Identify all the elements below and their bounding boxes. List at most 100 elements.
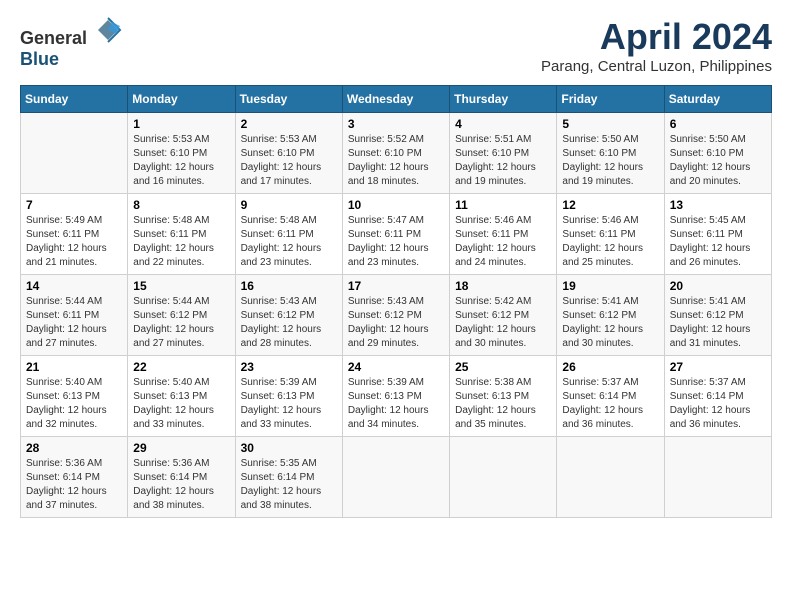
day-number: 28 xyxy=(26,441,122,455)
day-info: Sunrise: 5:40 AM Sunset: 6:13 PM Dayligh… xyxy=(26,376,122,432)
calendar-cell: 3 Sunrise: 5:52 AM Sunset: 6:10 PM Daylig… xyxy=(342,113,449,194)
day-info: Sunrise: 5:53 AM Sunset: 6:10 PM Dayligh… xyxy=(241,133,337,189)
day-number: 11 xyxy=(455,198,551,212)
calendar-cell: 20 Sunrise: 5:41 AM Sunset: 6:12 PM Dayli… xyxy=(664,275,771,356)
day-info: Sunrise: 5:43 AM Sunset: 6:12 PM Dayligh… xyxy=(241,295,337,351)
day-number: 9 xyxy=(241,198,337,212)
calendar-week-5: 28 Sunrise: 5:36 AM Sunset: 6:14 PM Dayli… xyxy=(21,437,772,518)
calendar-cell: 9 Sunrise: 5:48 AM Sunset: 6:11 PM Daylig… xyxy=(235,194,342,275)
calendar-week-4: 21 Sunrise: 5:40 AM Sunset: 6:13 PM Dayli… xyxy=(21,356,772,437)
day-info: Sunrise: 5:52 AM Sunset: 6:10 PM Dayligh… xyxy=(348,133,444,189)
day-info: Sunrise: 5:39 AM Sunset: 6:13 PM Dayligh… xyxy=(348,376,444,432)
day-info: Sunrise: 5:49 AM Sunset: 6:11 PM Dayligh… xyxy=(26,214,122,270)
day-info: Sunrise: 5:48 AM Sunset: 6:11 PM Dayligh… xyxy=(241,214,337,270)
calendar-cell: 22 Sunrise: 5:40 AM Sunset: 6:13 PM Dayli… xyxy=(128,356,235,437)
day-info: Sunrise: 5:50 AM Sunset: 6:10 PM Dayligh… xyxy=(670,133,766,189)
calendar-cell: 24Sunrise: 5:39 AM Sunset: 6:13 PM Dayli… xyxy=(342,356,449,437)
calendar-cell: 10 Sunrise: 5:47 AM Sunset: 6:11 PM Dayli… xyxy=(342,194,449,275)
calendar-cell: 8Sunrise: 5:48 AM Sunset: 6:11 PM Daylig… xyxy=(128,194,235,275)
calendar-header-wednesday: Wednesday xyxy=(342,86,449,113)
day-number: 19 xyxy=(562,279,658,293)
logo-text: General Blue xyxy=(20,16,122,70)
calendar-cell: 6 Sunrise: 5:50 AM Sunset: 6:10 PM Daylig… xyxy=(664,113,771,194)
day-info: Sunrise: 5:38 AM Sunset: 6:13 PM Dayligh… xyxy=(455,376,551,432)
day-info: Sunrise: 5:41 AM Sunset: 6:12 PM Dayligh… xyxy=(670,295,766,351)
day-number: 3 xyxy=(348,117,444,131)
day-number: 4 xyxy=(455,117,551,131)
calendar-header-thursday: Thursday xyxy=(450,86,557,113)
day-info: Sunrise: 5:50 AM Sunset: 6:10 PM Dayligh… xyxy=(562,133,658,189)
day-number: 1 xyxy=(133,117,229,131)
calendar-cell: 30 Sunrise: 5:35 AM Sunset: 6:14 PM Dayli… xyxy=(235,437,342,518)
day-info: Sunrise: 5:40 AM Sunset: 6:13 PM Dayligh… xyxy=(133,376,229,432)
calendar-cell: 5Sunrise: 5:50 AM Sunset: 6:10 PM Daylig… xyxy=(557,113,664,194)
day-info: Sunrise: 5:53 AM Sunset: 6:10 PM Dayligh… xyxy=(133,133,229,189)
day-info: Sunrise: 5:35 AM Sunset: 6:14 PM Dayligh… xyxy=(241,457,337,513)
day-info: Sunrise: 5:47 AM Sunset: 6:11 PM Dayligh… xyxy=(348,214,444,270)
calendar-cell: 19Sunrise: 5:41 AM Sunset: 6:12 PM Dayli… xyxy=(557,275,664,356)
day-number: 20 xyxy=(670,279,766,293)
calendar-cell: 4 Sunrise: 5:51 AM Sunset: 6:10 PM Daylig… xyxy=(450,113,557,194)
calendar-header-saturday: Saturday xyxy=(664,86,771,113)
calendar-cell: 7 Sunrise: 5:49 AM Sunset: 6:11 PM Daylig… xyxy=(21,194,128,275)
day-number: 25 xyxy=(455,360,551,374)
calendar-cell: 2 Sunrise: 5:53 AM Sunset: 6:10 PM Daylig… xyxy=(235,113,342,194)
calendar-cell: 16 Sunrise: 5:43 AM Sunset: 6:12 PM Dayli… xyxy=(235,275,342,356)
calendar-header-tuesday: Tuesday xyxy=(235,86,342,113)
day-number: 14 xyxy=(26,279,122,293)
logo: General Blue xyxy=(20,16,122,70)
day-number: 21 xyxy=(26,360,122,374)
day-number: 30 xyxy=(241,441,337,455)
calendar-cell xyxy=(450,437,557,518)
day-number: 13 xyxy=(670,198,766,212)
calendar-cell: 21 Sunrise: 5:40 AM Sunset: 6:13 PM Dayli… xyxy=(21,356,128,437)
calendar-cell: 12 Sunrise: 5:46 AM Sunset: 6:11 PM Dayli… xyxy=(557,194,664,275)
logo-blue: Blue xyxy=(20,49,59,69)
logo-general: General xyxy=(20,28,87,48)
calendar-cell: 26Sunrise: 5:37 AM Sunset: 6:14 PM Dayli… xyxy=(557,356,664,437)
day-info: Sunrise: 5:42 AM Sunset: 6:12 PM Dayligh… xyxy=(455,295,551,351)
day-number: 23 xyxy=(241,360,337,374)
calendar-cell: 15Sunrise: 5:44 AM Sunset: 6:12 PM Dayli… xyxy=(128,275,235,356)
day-info: Sunrise: 5:37 AM Sunset: 6:14 PM Dayligh… xyxy=(670,376,766,432)
calendar-cell: 13 Sunrise: 5:45 AM Sunset: 6:11 PM Dayli… xyxy=(664,194,771,275)
day-number: 10 xyxy=(348,198,444,212)
day-number: 16 xyxy=(241,279,337,293)
calendar-cell: 1 Sunrise: 5:53 AM Sunset: 6:10 PM Daylig… xyxy=(128,113,235,194)
calendar-body: 1 Sunrise: 5:53 AM Sunset: 6:10 PM Daylig… xyxy=(21,113,772,518)
day-number: 2 xyxy=(241,117,337,131)
calendar-cell: 27Sunrise: 5:37 AM Sunset: 6:14 PM Dayli… xyxy=(664,356,771,437)
calendar-cell xyxy=(557,437,664,518)
day-number: 12 xyxy=(562,198,658,212)
day-info: Sunrise: 5:36 AM Sunset: 6:14 PM Dayligh… xyxy=(26,457,122,513)
day-info: Sunrise: 5:43 AM Sunset: 6:12 PM Dayligh… xyxy=(348,295,444,351)
day-number: 26 xyxy=(562,360,658,374)
calendar-cell: 29Sunrise: 5:36 AM Sunset: 6:14 PM Dayli… xyxy=(128,437,235,518)
calendar-header-friday: Friday xyxy=(557,86,664,113)
day-number: 18 xyxy=(455,279,551,293)
calendar-table: SundayMondayTuesdayWednesdayThursdayFrid… xyxy=(20,85,772,518)
day-info: Sunrise: 5:46 AM Sunset: 6:11 PM Dayligh… xyxy=(562,214,658,270)
calendar-week-3: 14Sunrise: 5:44 AM Sunset: 6:11 PM Dayli… xyxy=(21,275,772,356)
day-number: 6 xyxy=(670,117,766,131)
day-info: Sunrise: 5:46 AM Sunset: 6:11 PM Dayligh… xyxy=(455,214,551,270)
day-info: Sunrise: 5:44 AM Sunset: 6:12 PM Dayligh… xyxy=(133,295,229,351)
calendar-cell xyxy=(21,113,128,194)
day-info: Sunrise: 5:51 AM Sunset: 6:10 PM Dayligh… xyxy=(455,133,551,189)
calendar-cell: 28 Sunrise: 5:36 AM Sunset: 6:14 PM Dayli… xyxy=(21,437,128,518)
day-number: 7 xyxy=(26,198,122,212)
calendar-week-1: 1 Sunrise: 5:53 AM Sunset: 6:10 PM Daylig… xyxy=(21,113,772,194)
day-number: 22 xyxy=(133,360,229,374)
logo-icon xyxy=(94,16,122,44)
calendar-cell: 25 Sunrise: 5:38 AM Sunset: 6:13 PM Dayli… xyxy=(450,356,557,437)
calendar-cell xyxy=(342,437,449,518)
calendar-cell: 11 Sunrise: 5:46 AM Sunset: 6:11 PM Dayli… xyxy=(450,194,557,275)
calendar-week-2: 7 Sunrise: 5:49 AM Sunset: 6:11 PM Daylig… xyxy=(21,194,772,275)
day-info: Sunrise: 5:45 AM Sunset: 6:11 PM Dayligh… xyxy=(670,214,766,270)
calendar-header-sunday: Sunday xyxy=(21,86,128,113)
day-info: Sunrise: 5:48 AM Sunset: 6:11 PM Dayligh… xyxy=(133,214,229,270)
title-area: April 2024 Parang, Central Luzon, Philip… xyxy=(541,16,772,75)
day-info: Sunrise: 5:36 AM Sunset: 6:14 PM Dayligh… xyxy=(133,457,229,513)
day-number: 17 xyxy=(348,279,444,293)
calendar-header-row: SundayMondayTuesdayWednesdayThursdayFrid… xyxy=(21,86,772,113)
